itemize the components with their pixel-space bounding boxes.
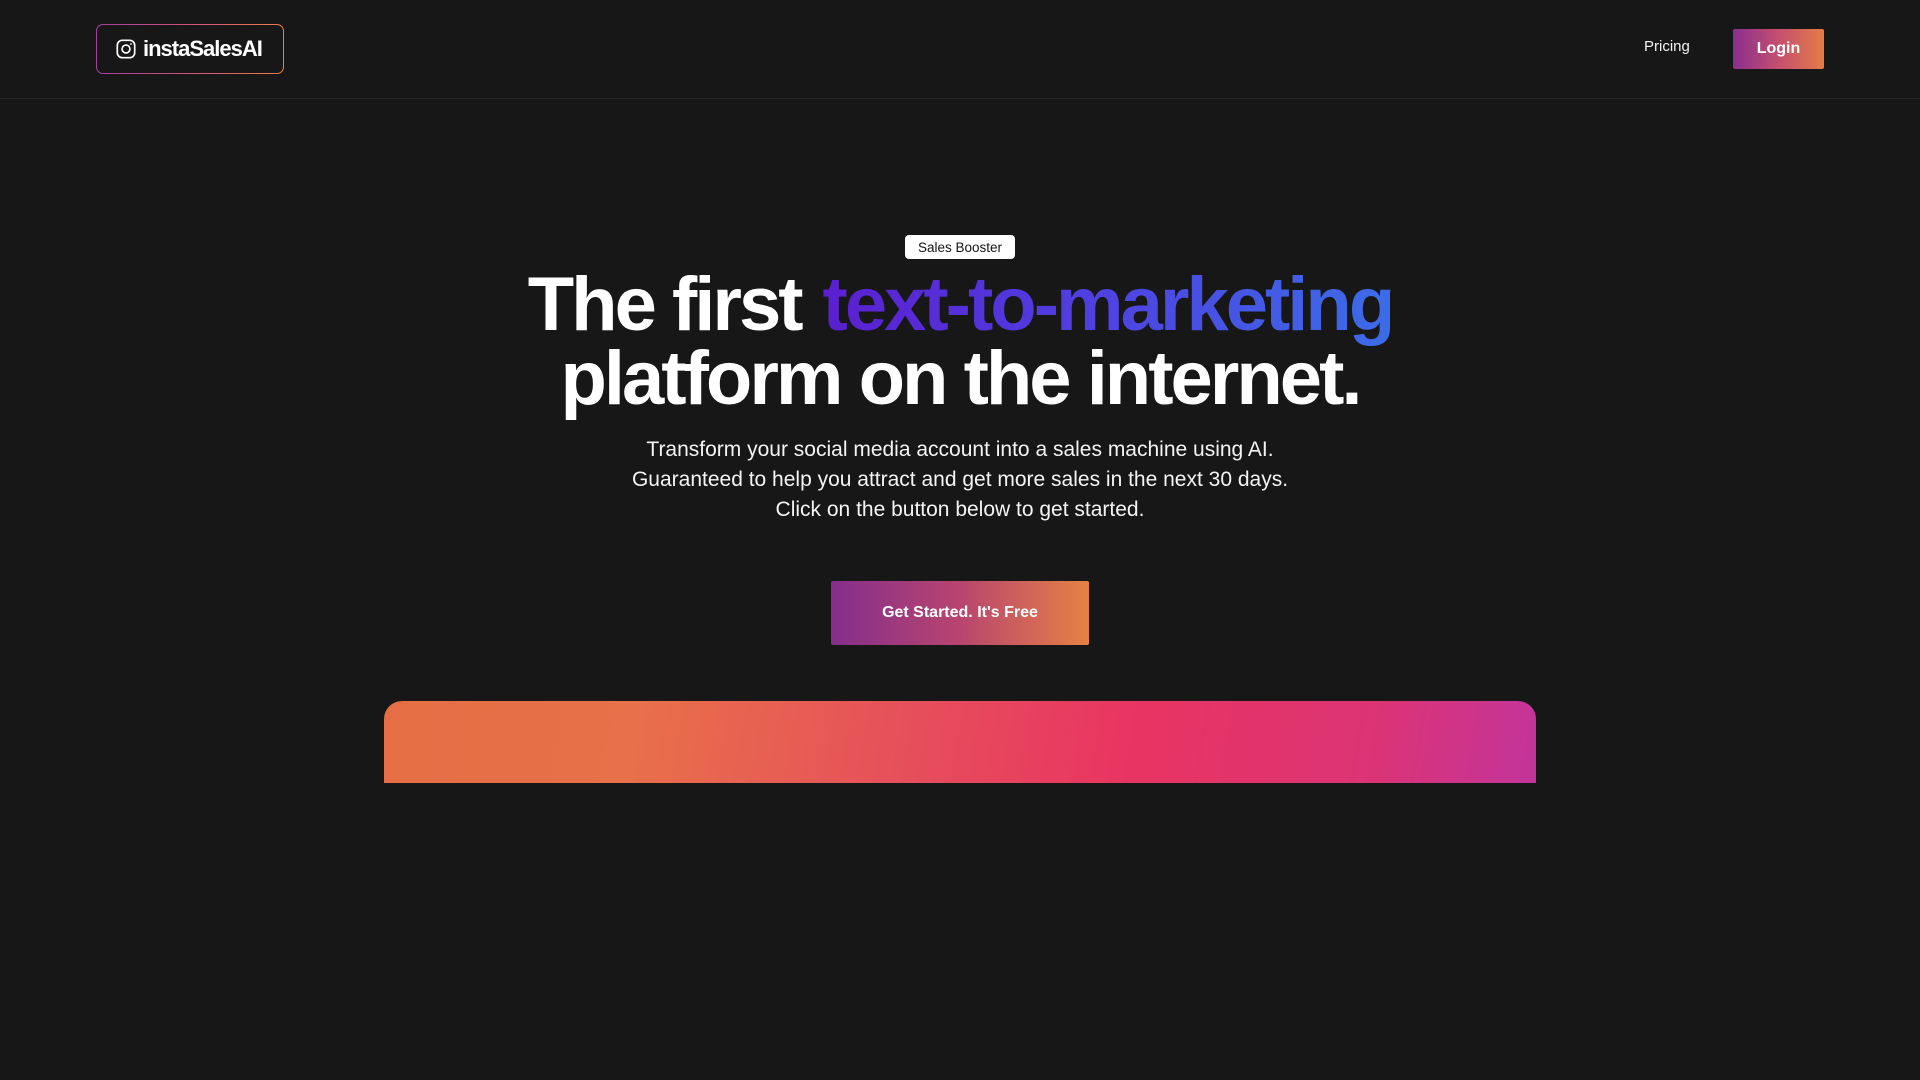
login-button[interactable]: Login [1733, 29, 1824, 69]
site-header: instaSalesAI Pricing Login [0, 0, 1920, 99]
headline-prefix: The first [527, 262, 804, 347]
logo-text: instaSalesAI [143, 36, 263, 61]
hero-headline: The first text-to-marketing platform on t… [0, 267, 1920, 421]
showcase-gradient-card [384, 701, 1536, 783]
instagram-icon [116, 39, 136, 59]
headline-line-1: The first text-to-marketing [0, 267, 1920, 343]
headline-line-2: platform on the internet. [560, 336, 1363, 421]
get-started-button[interactable]: Get Started. It's Free [831, 581, 1089, 645]
headline-accent: text-to-marketing [822, 262, 1396, 347]
sales-booster-badge: Sales Booster [905, 235, 1015, 259]
logo[interactable]: instaSalesAI [96, 24, 284, 74]
nav-pricing-link[interactable]: Pricing [1644, 38, 1690, 55]
hero-subtitle: Transform your social media account into… [631, 438, 1289, 521]
